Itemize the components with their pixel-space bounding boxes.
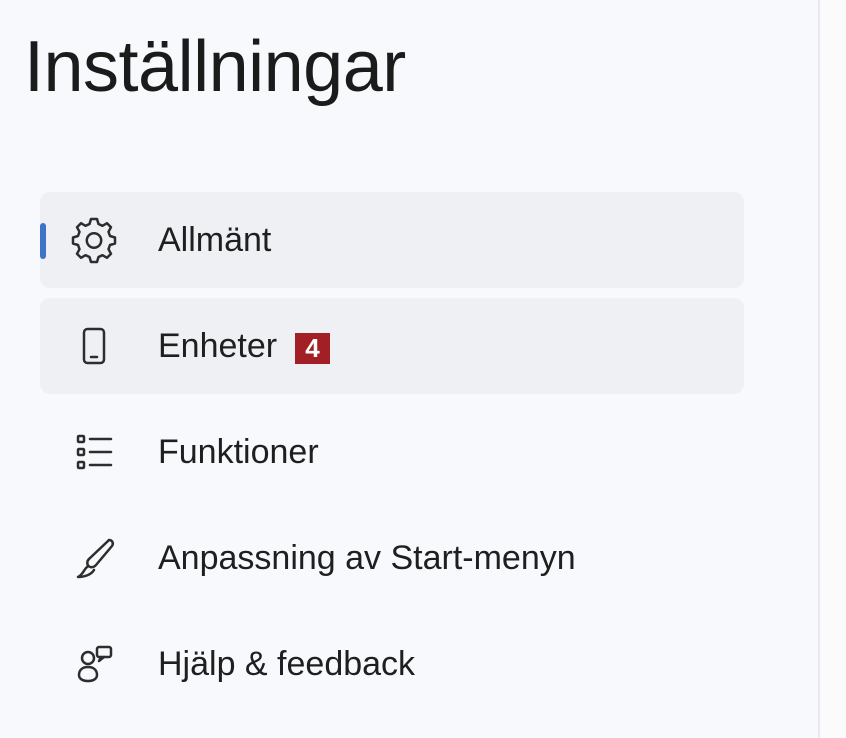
- sidebar-item-label: Enheter: [158, 327, 278, 365]
- settings-sidebar: Inställningar Allmänt Enheter 4 Funktion…: [0, 0, 818, 738]
- sidebar-item-label: Funktioner: [158, 433, 319, 471]
- selection-indicator: [40, 223, 46, 259]
- notification-badge: 4: [295, 333, 330, 364]
- sidebar-item-label: Hjälp & feedback: [158, 645, 416, 683]
- sidebar-item-enheter[interactable]: Enheter 4: [40, 298, 744, 394]
- sidebar-item-hjalp-feedback[interactable]: Hjälp & feedback: [40, 616, 744, 712]
- feature-list-icon: [70, 432, 118, 472]
- content-area-edge: [820, 0, 846, 738]
- phone-icon: [70, 326, 118, 366]
- sidebar-item-label: Allmänt: [158, 221, 272, 259]
- page-title: Inställningar: [24, 27, 406, 107]
- sidebar-item-anpassning-start-menyn[interactable]: Anpassning av Start-menyn: [40, 510, 744, 606]
- settings-navigation: Allmänt Enheter 4 Funktioner Anpassning …: [40, 192, 744, 722]
- sidebar-item-allmant[interactable]: Allmänt: [40, 192, 744, 288]
- settings-window: Inställningar Allmänt Enheter 4 Funktion…: [0, 0, 846, 738]
- sidebar-item-label: Anpassning av Start-menyn: [158, 539, 576, 577]
- brush-icon: [70, 538, 118, 579]
- sidebar-item-funktioner[interactable]: Funktioner: [40, 404, 744, 500]
- help-feedback-icon: [70, 644, 118, 684]
- gear-icon: [70, 217, 118, 264]
